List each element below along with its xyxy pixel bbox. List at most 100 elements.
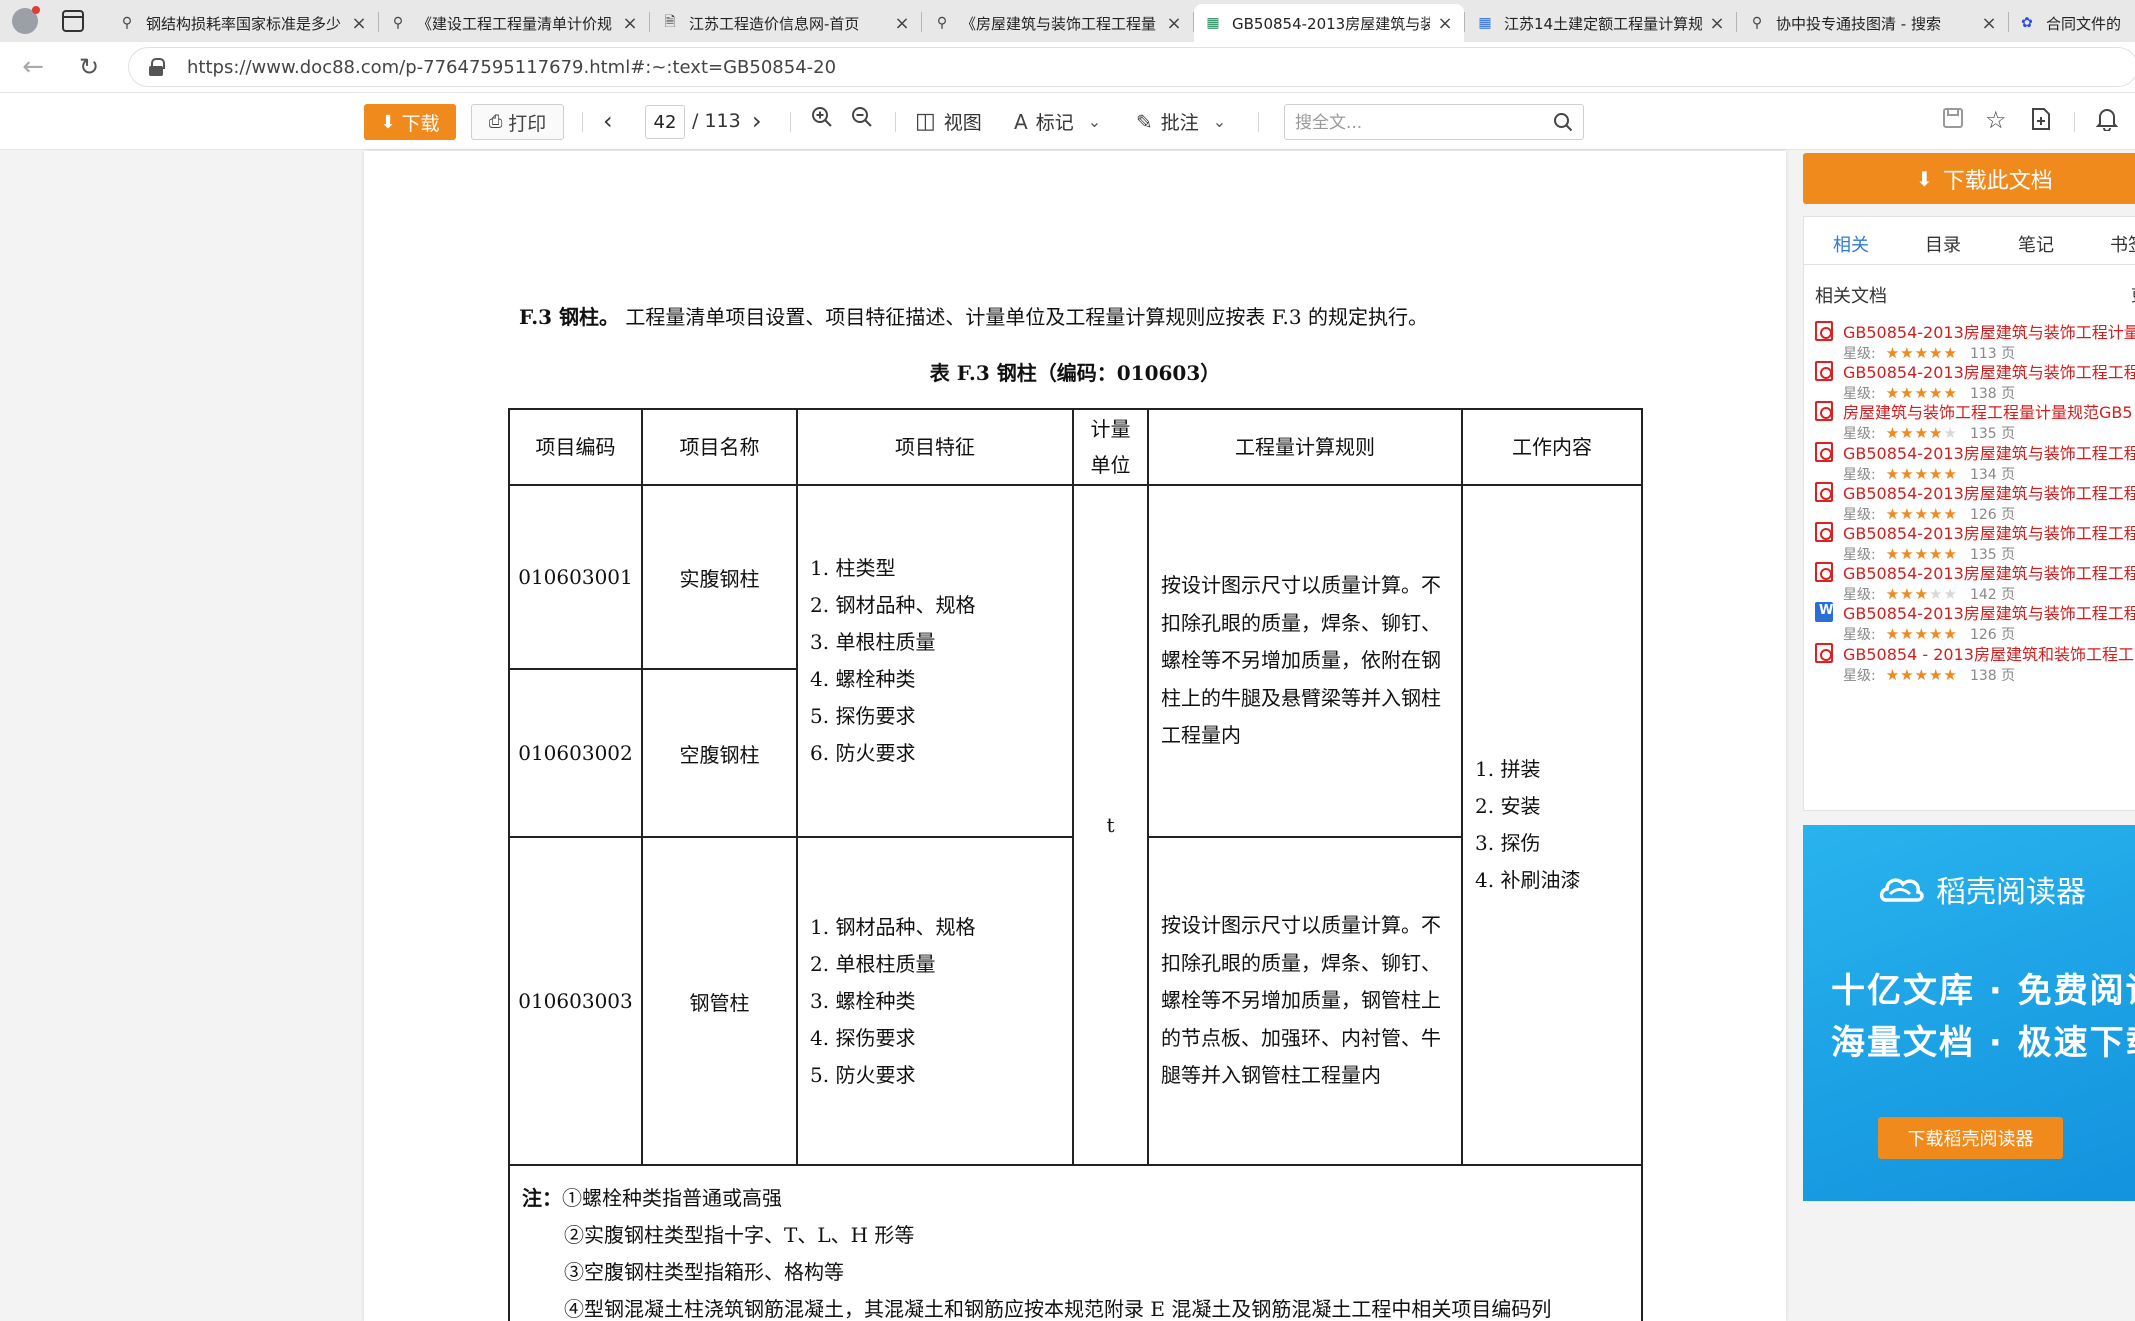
annotate-label: 批注	[1160, 112, 1199, 134]
annotate-menu[interactable]: ✎ 批注 ⌄	[1136, 108, 1226, 135]
related-doc-title[interactable]: GB50854-2013房屋建筑与装饰工程工程	[1843, 480, 2135, 504]
feature-item: 1. 钢材品种、规格	[810, 914, 976, 939]
steel-column-table: 项目编码 项目名称 项目特征 计量单位 工程量计算规则 工作内容 0106030…	[508, 408, 1643, 1321]
tab-actions-icon[interactable]	[62, 10, 84, 32]
search-input[interactable]	[1295, 109, 1535, 137]
download-document-button[interactable]: ⬇ 下载此文档	[1803, 153, 2135, 204]
browser-tab[interactable]: ▦ 江苏14土建定额工程量计算规 ×	[1466, 4, 1736, 42]
browser-tab[interactable]: ⚲ 《建设工程工程量清单计价规 ×	[379, 4, 649, 42]
related-heading: 相关文档	[1815, 286, 1887, 307]
previous-page-icon[interactable]: ‹	[603, 107, 613, 135]
note-line: 注：①螺栓种类指普通或高强	[522, 1180, 1629, 1217]
notes-list: 注：①螺栓种类指普通或高强 ②实腹钢柱类型指十字、T、L、H 形等 ③空腹钢柱类型指…	[522, 1180, 1629, 1321]
sidebar-panel: 相关 目录 笔记 书签 相关文档 更 GB50854-2013房屋建筑与装饰工程…	[1803, 216, 2135, 811]
tab-related[interactable]: 相关	[1833, 231, 1869, 257]
zoom-in-icon[interactable]	[810, 105, 834, 129]
browser-tab-label: 《房屋建筑与装饰工程工程量	[961, 14, 1157, 33]
close-icon[interactable]: ×	[893, 13, 911, 34]
lock-icon[interactable]	[149, 58, 165, 76]
browser-tab[interactable]: ✿ 合同文件的	[2008, 4, 2135, 42]
close-icon[interactable]: ×	[621, 13, 639, 34]
cloud-logo-icon	[1879, 878, 1924, 902]
close-icon[interactable]: ×	[1980, 13, 1998, 34]
browser-tab[interactable]: ⚲ 《房屋建筑与装饰工程工程量 ×	[923, 4, 1193, 42]
address-bar[interactable]: https://www.doc88.com/p-77647595117679.h…	[128, 47, 2135, 87]
ad-slogan-2: 海量文档 · 极速下载	[1831, 1023, 2135, 1063]
related-doc-title[interactable]: GB50854-2013房屋建筑与装饰工程工程	[1843, 359, 2135, 383]
note-label: 注：	[522, 1186, 562, 1210]
search-icon[interactable]	[1553, 112, 1573, 132]
header-name: 项目名称	[641, 408, 798, 486]
work-item: 2. 安装	[1475, 794, 1541, 818]
browser-tab[interactable]: ⚲ 协中投专通技图清 - 搜索 ×	[1738, 4, 2008, 42]
star-icon[interactable]: ☆	[1985, 106, 2007, 134]
close-icon[interactable]: ×	[1436, 13, 1454, 34]
browser-tab[interactable]: ⚲ 钢结构损耗率国家标准是多少 ×	[108, 4, 378, 42]
download-label: 下载	[401, 112, 440, 135]
reader-ad-banner[interactable]: 稻壳阅读器 十亿文库 · 免费阅读 海量文档 · 极速下载 下载稻壳阅读器	[1803, 825, 2135, 1201]
related-doc-title[interactable]: GB50854 - 2013房屋建筑和装饰工程工	[1843, 641, 2134, 665]
url-text[interactable]: https://www.doc88.com/p-77647595117679.h…	[187, 57, 836, 78]
related-doc-title[interactable]: GB50854-2013房屋建筑与装饰工程工程	[1843, 600, 2135, 624]
browser-tab-label: 协中投专通技图清 - 搜索	[1776, 14, 1941, 33]
related-doc-title[interactable]: GB50854-2013房屋建筑与装饰工程工程	[1843, 560, 2135, 584]
view-menu[interactable]: ◫ 视图	[915, 108, 982, 135]
related-doc-item[interactable]: GB50854 - 2013房屋建筑和装饰工程工 星级: ★★★★★ ★★★★★ 138…	[1815, 641, 2135, 695]
download-reader-button[interactable]: 下载稻壳阅读器	[1878, 1117, 2063, 1159]
bell-icon[interactable]	[2096, 107, 2118, 131]
feature-item: 3. 螺栓种类	[810, 988, 916, 1013]
back-arrow-icon[interactable]: ←	[16, 50, 50, 84]
feature-item: 4. 螺栓种类	[810, 667, 916, 691]
browser-tab[interactable]: ▦ GB50854-2013房屋建筑与装饰 ×	[1194, 4, 1464, 42]
word-file-icon	[1815, 602, 1833, 623]
close-icon[interactable]: ×	[1708, 13, 1726, 34]
browser-tab-label: GB50854-2013房屋建筑与装饰	[1232, 14, 1430, 33]
ad-logo-text: 稻壳阅读器	[1936, 875, 2086, 910]
work-item: 4. 补刷油漆	[1475, 868, 1581, 892]
star-rating-fill: ★★★★★	[1885, 665, 1958, 684]
related-more-link[interactable]: 更	[2131, 282, 2135, 306]
mark-menu[interactable]: A 标记 ⌄	[1014, 108, 1101, 135]
pen-icon: ✎	[1136, 109, 1153, 134]
related-doc-title[interactable]: GB50854-2013房屋建筑与装饰工程计量	[1843, 319, 2135, 343]
section-heading-text: 工程量清单项目设置、项目特征描述、计量单位及工程量计算规则应按表 F.3 的规定…	[619, 305, 1428, 329]
tab-bookmarks[interactable]: 书签	[2110, 231, 2135, 257]
toolbar-divider	[2074, 112, 2075, 132]
profile-avatar-icon[interactable]	[12, 6, 40, 34]
pdf-file-icon	[1815, 642, 1833, 663]
item-name: 实腹钢柱	[641, 484, 798, 670]
search-icon: ⚲	[1751, 15, 1763, 31]
save-icon[interactable]	[1942, 107, 1964, 129]
item-code: 010603003	[508, 836, 643, 1166]
pdf-file-icon	[1815, 481, 1833, 502]
page-number-input[interactable]	[645, 105, 685, 139]
feature-item: 6. 防火要求	[810, 741, 916, 765]
viewer-toolbar: ⬇ 下载 ⎙ 打印 ‹ / 113 › ◫ 视图 A 标记 ⌄ ✎ 批注 ⌄ ☆	[0, 92, 2135, 150]
add-document-icon[interactable]	[2030, 107, 2052, 131]
zoom-out-icon[interactable]	[850, 105, 874, 129]
tab-notes[interactable]: 笔记	[2018, 231, 2054, 257]
view-label: 视图	[943, 112, 982, 134]
related-doc-title[interactable]: GB50854-2013房屋建筑与装饰工程工程	[1843, 520, 2135, 544]
download-button[interactable]: ⬇ 下载	[364, 104, 456, 140]
fulltext-search[interactable]	[1284, 104, 1584, 140]
table-header-row: 项目编码 项目名称 项目特征 计量单位 工程量计算规则 工作内容	[508, 408, 1643, 486]
related-doc-title[interactable]: 房屋建筑与装饰工程工程量计量规范GB5	[1843, 399, 2133, 423]
print-button[interactable]: ⎙ 打印	[471, 104, 564, 140]
header-code: 项目编码	[508, 408, 643, 486]
related-doc-title[interactable]: GB50854-2013房屋建筑与装饰工程工程	[1843, 440, 2135, 464]
table-note-row: 注：①螺栓种类指普通或高强 ②实腹钢柱类型指十字、T、L、H 形等 ③空腹钢柱类型指…	[508, 1164, 1643, 1321]
table-row: 010603001 实腹钢柱 1. 柱类型 2. 钢材品种、规格 3. 单根柱质量 4…	[508, 484, 1643, 1166]
baidu-icon: ✿	[2021, 15, 2033, 31]
browser-tab[interactable]: 🗎 江苏工程造价信息网-首页 ×	[651, 4, 921, 42]
next-page-icon[interactable]: ›	[752, 107, 762, 135]
close-icon[interactable]: ×	[350, 13, 368, 34]
reload-icon[interactable]: ↻	[72, 50, 106, 84]
features-list: 1. 钢材品种、规格 2. 单根柱质量 3. 螺栓种类 4. 探伤要求 5. 防火要求	[810, 909, 1072, 1094]
related-doc-meta: 星级: ★★★★★ ★★★★★ 138 页	[1843, 665, 2015, 685]
header-features: 项目特征	[796, 408, 1074, 486]
printer-icon: ⎙	[488, 112, 503, 132]
close-icon[interactable]: ×	[1165, 13, 1183, 34]
tab-contents[interactable]: 目录	[1925, 231, 1961, 257]
mark-label: 标记	[1035, 112, 1074, 134]
